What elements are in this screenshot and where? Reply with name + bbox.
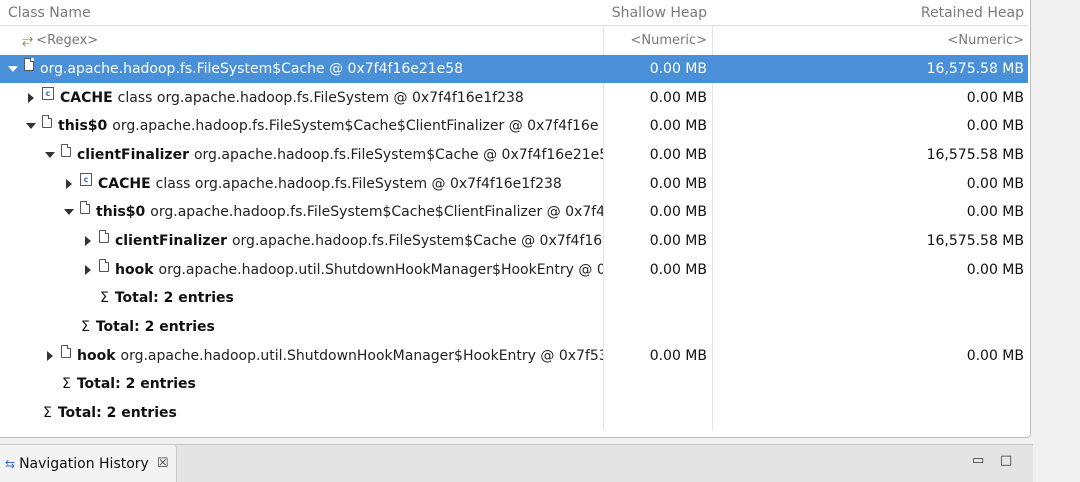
object-icon [99,229,109,243]
retained-value: 0.00 MB [966,90,1024,106]
tab-navigation-history[interactable]: ⇆ Navigation History ☒ [0,445,177,482]
object-icon [61,344,71,358]
table-row[interactable]: clientFinalizer org.apache.hadoop.fs.Fil… [0,227,1028,255]
object-icon [80,200,90,214]
retained-value: 0.00 MB [966,348,1024,364]
retained-value: 0.00 MB [966,204,1024,220]
table-row[interactable]: c CACHE class org.apache.hadoop.fs.FileS… [0,170,1028,198]
object-name: class org.apache.hadoop.fs.FileSystem @ … [117,90,524,106]
class-icon: c [80,172,92,186]
object-name: org.apache.hadoop.fs.FileSystem$Cache @ … [40,61,464,77]
retained-value: 0.00 MB [966,176,1024,192]
shallow-value: 0.00 MB [649,147,707,163]
retained-value: 0.00 MB [966,118,1024,134]
table-row[interactable]: org.apache.hadoop.fs.FileSystem$Cache @ … [0,55,1028,83]
field-name: clientFinalizer [77,147,189,163]
close-icon[interactable]: ☒ [157,456,169,471]
object-name: org.apache.hadoop.fs.FileSystem$Cache$Cl… [150,204,603,220]
shallow-value: 0.00 MB [649,233,707,249]
table-header: Class Name Shallow Heap Retained Heap [0,0,1028,26]
shallow-numeric-filter[interactable]: <Numeric> [604,26,707,54]
table-row[interactable]: clientFinalizer org.apache.hadoop.fs.Fil… [0,141,1028,169]
total-row: Σ Total: 2 entries [0,313,1028,341]
object-name: class org.apache.hadoop.fs.FileSystem @ … [155,176,562,192]
minimize-icon[interactable]: ▭ [972,453,984,468]
shallow-value: 0.00 MB [649,61,707,77]
header-shallow-heap[interactable]: Shallow Heap [604,0,707,25]
field-name: hook [77,348,116,364]
object-icon [99,258,109,272]
field-name: hook [115,262,154,278]
bottom-panel-tabbar: ⇆ Navigation History ☒ ▭ □ [0,444,1033,482]
expand-toggle-icon[interactable] [85,236,91,246]
shallow-value: 0.00 MB [649,176,707,192]
object-name: org.apache.hadoop.fs.FileSystem$Cache$Cl… [112,118,599,134]
class-icon: c [42,86,54,100]
object-name: org.apache.hadoop.util.ShutdownHookManag… [120,348,603,364]
expand-toggle-icon[interactable] [45,152,55,158]
total-label: Total: 2 entries [57,405,177,421]
table-row[interactable]: this$0 org.apache.hadoop.fs.FileSystem$C… [0,112,1028,140]
header-class-name[interactable]: Class Name [0,0,603,25]
table-row[interactable]: hook org.apache.hadoop.util.ShutdownHook… [0,256,1028,284]
shallow-value: 0.00 MB [649,348,707,364]
field-name: CACHE [60,90,113,106]
expand-toggle-icon[interactable] [8,66,18,72]
retained-value: 16,575.58 MB [926,61,1024,77]
right-gutter [1031,0,1080,440]
sigma-icon: Σ [62,376,71,392]
table-row[interactable]: this$0 org.apache.hadoop.fs.FileSystem$C… [0,198,1028,226]
expand-toggle-icon[interactable] [28,93,34,103]
total-row: Σ Total: 2 entries [0,399,1028,427]
object-icon [61,143,71,157]
expand-toggle-icon[interactable] [85,265,91,275]
filter-row: ⥂ <Regex> <Numeric> <Numeric> [0,26,1028,54]
tab-label: Navigation History [19,455,149,472]
sigma-icon: Σ [81,319,90,335]
shallow-value: 0.00 MB [649,262,707,278]
navigation-history-icon: ⇆ [5,456,16,471]
object-name: org.apache.hadoop.util.ShutdownHookManag… [158,262,603,278]
field-name: clientFinalizer [115,233,227,249]
field-name: this$0 [96,204,146,220]
total-row: Σ Total: 2 entries [0,370,1028,398]
expand-toggle-icon[interactable] [66,179,72,189]
object-name: org.apache.hadoop.fs.FileSystem$Cache @ … [231,233,603,249]
shallow-value: 0.00 MB [649,118,707,134]
field-name: this$0 [58,118,108,134]
shallow-value: 0.00 MB [649,90,707,106]
total-label: Total: 2 entries [114,290,234,306]
expand-toggle-icon[interactable] [47,351,53,361]
retained-value: 16,575.58 MB [926,147,1024,163]
total-row: Σ Total: 2 entries [0,284,1028,312]
maximize-icon[interactable]: □ [1000,453,1012,468]
shallow-value: 0.00 MB [649,204,707,220]
regex-filter-input[interactable]: <Regex> [36,33,98,48]
sigma-icon: Σ [100,290,109,306]
field-name: CACHE [98,176,151,192]
expand-toggle-icon[interactable] [64,209,74,215]
header-retained-heap[interactable]: Retained Heap [713,0,1024,25]
total-label: Total: 2 entries [76,376,196,392]
table-row[interactable]: c CACHE class org.apache.hadoop.fs.FileS… [0,84,1028,112]
expand-toggle-icon[interactable] [26,123,36,129]
object-name: org.apache.hadoop.fs.FileSystem$Cache @ … [193,147,603,163]
object-icon [42,114,52,128]
regex-filter-icon: ⥂ [22,32,34,48]
sigma-icon: Σ [43,405,52,421]
heap-tree-table: Class Name Shallow Heap Retained Heap ⥂ … [0,0,1031,438]
table-row[interactable]: hook org.apache.hadoop.util.ShutdownHook… [0,342,1028,370]
total-label: Total: 2 entries [95,319,215,335]
retained-value: 16,575.58 MB [926,233,1024,249]
object-icon [24,57,34,71]
retained-value: 0.00 MB [966,262,1024,278]
retained-numeric-filter[interactable]: <Numeric> [713,26,1024,54]
